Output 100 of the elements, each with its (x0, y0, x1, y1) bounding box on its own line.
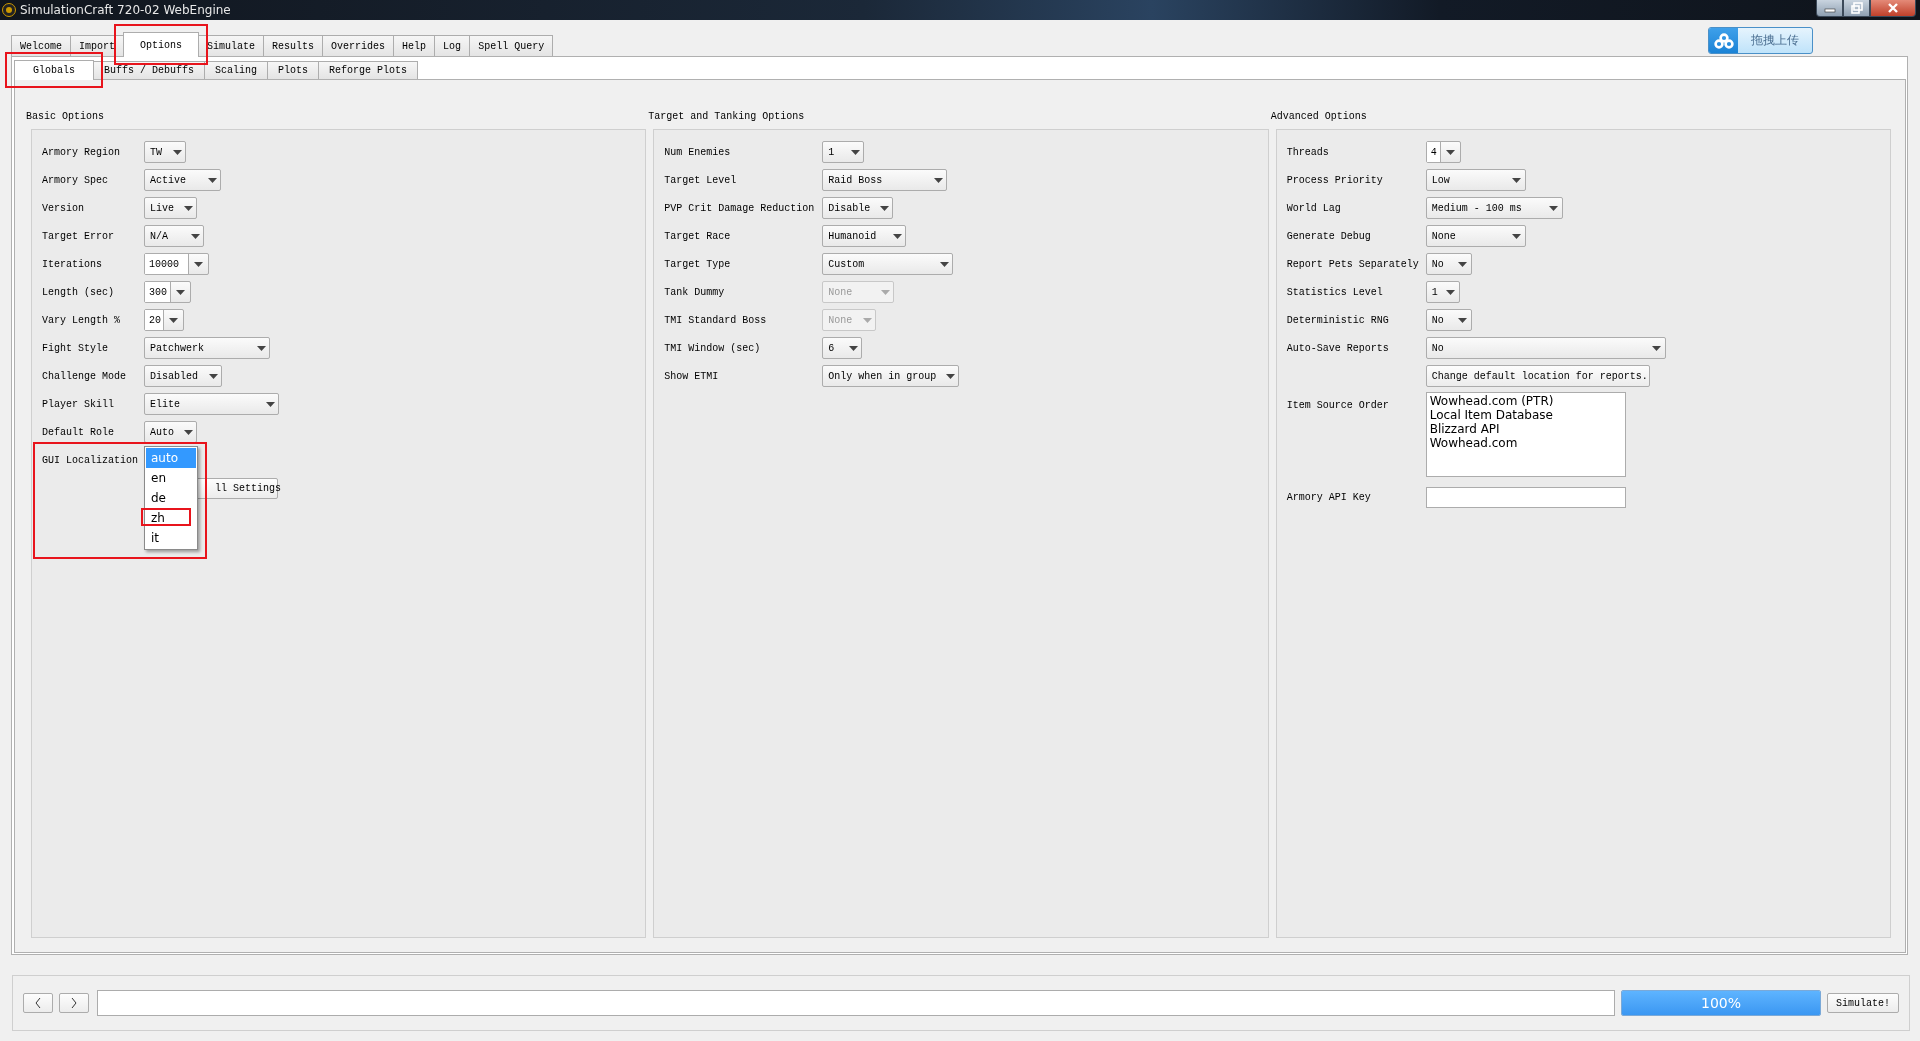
caret-icon (194, 261, 203, 267)
minimize-button[interactable] (1816, 0, 1843, 17)
option-label: Generate Debug (1286, 230, 1372, 242)
caret-icon (1549, 205, 1559, 211)
option-label: Auto-Save Reports (1286, 342, 1390, 354)
option-label: Report Pets Separately (1286, 258, 1420, 270)
tab[interactable]: Plots (267, 61, 320, 79)
dropdown[interactable]: Active (144, 169, 221, 191)
caret-icon (207, 177, 217, 183)
caret-icon (862, 317, 872, 323)
option-label: Deterministic RNG (1286, 314, 1390, 326)
tab[interactable]: Log (434, 35, 471, 56)
option-label: Length (sec) (42, 286, 115, 298)
menu-item[interactable]: zh (146, 508, 196, 528)
group-title: Basic Options (26, 110, 105, 124)
dropdown[interactable]: TW (144, 141, 186, 163)
dropdown[interactable]: Disable (822, 197, 894, 219)
dropdown[interactable]: Only when in group (822, 365, 960, 387)
option-label: Statistics Level (1286, 286, 1384, 298)
restore-icon (1850, 2, 1863, 14)
caret-icon (880, 289, 890, 295)
caret-icon (933, 177, 943, 183)
dropdown[interactable]: No (1425, 253, 1472, 275)
dropdown[interactable]: Disabled (144, 365, 222, 387)
caret-icon (169, 317, 178, 323)
option-label: TMI Standard Boss (664, 314, 768, 326)
dropdown[interactable]: None (1425, 225, 1526, 247)
close-button[interactable] (1870, 0, 1916, 17)
combo-box[interactable]: 20 (144, 309, 184, 331)
tab[interactable]: Welcome (11, 35, 71, 56)
option-label: Version (42, 202, 85, 214)
option-label: Target Level (664, 174, 738, 186)
caret-icon (1446, 289, 1456, 295)
dropdown[interactable]: 1 (1425, 281, 1460, 303)
dropdown[interactable]: Low (1425, 169, 1526, 191)
group-title: Advanced Options (1270, 110, 1368, 124)
tab[interactable]: Overrides (322, 35, 395, 56)
combo-box[interactable]: 4 (1425, 141, 1461, 163)
option-label: Show ETMI (664, 370, 720, 382)
dropdown[interactable]: Live (144, 197, 197, 219)
caret-icon (208, 373, 218, 379)
tab[interactable]: Import (70, 35, 125, 56)
tab[interactable]: Globals (14, 60, 94, 80)
dropdown[interactable]: Raid Boss (822, 169, 948, 191)
cloud-icon (1713, 32, 1734, 49)
progress-reading: 100% (1699, 994, 1742, 1013)
dropdown[interactable]: Elite (144, 393, 279, 415)
chevron-left-icon (35, 998, 41, 1008)
list-box[interactable]: Wowhead.com (PTR) Local Item Database Blizzard API Wowhead.com (1425, 392, 1626, 477)
dropdown[interactable]: No (1425, 337, 1666, 359)
dropdown[interactable]: No (1425, 309, 1472, 331)
option-label: Target Error (42, 230, 115, 242)
list-item[interactable]: Blizzard API (1429, 422, 1622, 436)
dropdown[interactable]: Patchwerk (144, 337, 270, 359)
menu-item[interactable]: it (146, 528, 196, 548)
back-button[interactable] (23, 993, 53, 1013)
tab[interactable]: Options (123, 32, 200, 57)
dropdown[interactable]: Auto (144, 421, 197, 443)
tab[interactable]: Help (393, 35, 436, 56)
option-label: Armory Region (42, 146, 121, 158)
caret-icon (1458, 261, 1468, 267)
button[interactable]: Change default location for reports. (1425, 365, 1650, 387)
caret-icon (1652, 345, 1662, 351)
list-item[interactable]: Wowhead.com (PTR) (1429, 394, 1622, 408)
option-label: Target Type (664, 258, 732, 270)
dropdown[interactable]: 1 (822, 141, 865, 163)
caret-icon (945, 373, 955, 379)
option-label: TMI Window (sec) (664, 342, 762, 354)
dropdown[interactable]: Medium - 100 ms (1425, 197, 1563, 219)
maximize-button[interactable] (1843, 0, 1870, 17)
caret-icon (172, 149, 182, 155)
input-field[interactable] (1425, 486, 1626, 508)
caret-icon (1445, 149, 1455, 155)
simulate-button[interactable]: Simulate! (1827, 993, 1899, 1013)
list-item[interactable]: Wowhead.com (1429, 436, 1622, 450)
caret-icon (939, 261, 949, 267)
tab[interactable]: Simulate (198, 35, 265, 56)
option-label: Process Priority (1286, 174, 1384, 186)
combo-box[interactable]: 10000 (144, 253, 209, 275)
caret-icon (176, 289, 185, 295)
caret-icon (1458, 317, 1468, 323)
tab[interactable]: Reforge Plots (318, 61, 419, 79)
dropdown[interactable]: Humanoid (822, 225, 907, 247)
forward-button[interactable] (59, 993, 89, 1013)
dropdown[interactable]: N/A (144, 225, 204, 247)
dropdown[interactable]: Custom (822, 253, 954, 275)
combo-box[interactable]: 300 (144, 281, 191, 303)
option-label: Player Skill (42, 398, 115, 410)
tab[interactable]: Results (263, 35, 324, 56)
upload-button[interactable]: 拖拽上传 (1708, 27, 1813, 54)
dropdown[interactable]: 6 (822, 337, 863, 359)
option-label: GUI Localization (42, 454, 139, 466)
option-label: World Lag (1286, 202, 1342, 214)
list-item[interactable]: Local Item Database (1429, 408, 1622, 422)
tab[interactable]: Scaling (204, 61, 269, 79)
option-label: Target Race (664, 230, 732, 242)
caret-icon (850, 149, 860, 155)
tab[interactable]: Spell Query (469, 35, 554, 56)
caret-icon (879, 205, 889, 211)
address-field[interactable] (97, 990, 1615, 1016)
